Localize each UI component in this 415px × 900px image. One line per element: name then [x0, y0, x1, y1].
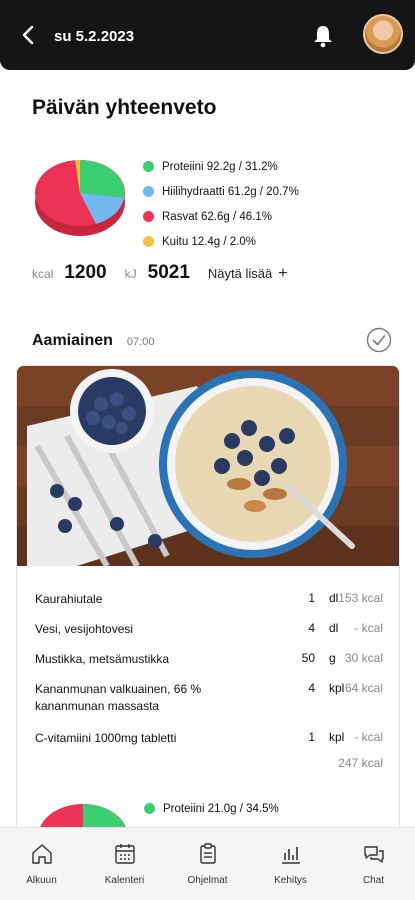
meal-card: Kaurahiutale 1 dl 153 kcal Vesi, vesijoh… [16, 365, 400, 830]
bottom-nav: Alkuun Kalenteri Ohjelmat Kehitys Chat [0, 827, 415, 900]
bell-icon[interactable] [312, 24, 334, 48]
legend-item: Rasvat 62.6g / 46.1% [143, 208, 299, 225]
nav-home[interactable]: Alkuun [0, 828, 83, 900]
food-amount: 1 [308, 591, 315, 605]
legend-dot [144, 803, 155, 814]
legend-item: Proteiini 21.0g / 34.5% [144, 800, 279, 817]
legend-item: Proteiini 92.2g / 31.2% [143, 158, 299, 175]
check-circle-icon[interactable] [366, 327, 392, 353]
food-name: Mustikka, metsämustikka [35, 652, 170, 666]
legend-dot [143, 236, 154, 247]
kcal-value: 1200 [64, 262, 107, 283]
nav-programs[interactable]: Ohjelmat [166, 828, 249, 900]
legend-dot [143, 161, 154, 172]
top-bar: su 5.2.2023 [0, 0, 415, 70]
nav-progress[interactable]: Kehitys [249, 828, 332, 900]
nav-calendar[interactable]: Kalenteri [83, 828, 166, 900]
macro-legend: Proteiini 92.2g / 31.2% Hiilihydraatti 6… [143, 158, 299, 258]
kj-value: 5021 [147, 262, 190, 283]
calendar-icon [114, 844, 135, 864]
food-name: Kananmunan valkuainen, 66 % kananmunan m… [35, 682, 202, 713]
food-kcal: 30 kcal [344, 651, 383, 665]
date-label[interactable]: su 5.2.2023 [54, 28, 134, 45]
food-amount: 50 [301, 651, 315, 665]
kcal-unit: kcal [32, 267, 54, 281]
meal-header: Aamiainen 07:00 [32, 332, 154, 350]
food-name: Kaurahiutale [35, 592, 103, 606]
food-amount: 4 [308, 621, 315, 635]
meal-total-kcal: 247 kcal [338, 756, 383, 770]
kj-unit: kJ [124, 267, 137, 281]
macro-pie-chart [35, 160, 125, 236]
food-amount: 1 [308, 730, 315, 744]
chat-icon [363, 846, 384, 863]
plus-icon: + [278, 264, 288, 282]
clipboard-icon [199, 843, 216, 864]
legend-dot [143, 211, 154, 222]
avatar[interactable] [363, 14, 403, 54]
show-more-button[interactable]: Näytä lisää + [208, 265, 288, 283]
food-name: C-vitamiini 1000mg tabletti [35, 731, 177, 745]
food-kcal: - kcal [354, 730, 383, 744]
main-content: Päivän yhteenveto Proteiini 92.2g / 31.2… [0, 70, 415, 830]
food-kcal: 64 kcal [344, 681, 383, 695]
meal-legend: Proteiini 21.0g / 34.5% [144, 800, 279, 817]
page-title: Päivän yhteenveto [32, 96, 217, 119]
chart-icon [281, 847, 300, 864]
nav-chat[interactable]: Chat [332, 828, 415, 900]
back-arrow-icon[interactable] [18, 24, 40, 46]
legend-dot [143, 186, 154, 197]
food-kcal: - kcal [354, 621, 383, 635]
home-icon [31, 844, 52, 864]
energy-summary: kcal 1200 kJ 5021 Näytä lisää + [32, 262, 288, 284]
food-name: Vesi, vesijohtovesi [35, 622, 134, 636]
legend-item: Kuitu 12.4g / 2.0% [143, 233, 299, 250]
meal-time: 07:00 [126, 336, 155, 348]
legend-item: Hiilihydraatti 61.2g / 20.7% [143, 183, 299, 200]
meal-name: Aamiainen [32, 332, 113, 349]
food-amount: 4 [308, 681, 315, 695]
meal-photo [17, 366, 399, 566]
food-kcal: 153 kcal [338, 591, 383, 605]
